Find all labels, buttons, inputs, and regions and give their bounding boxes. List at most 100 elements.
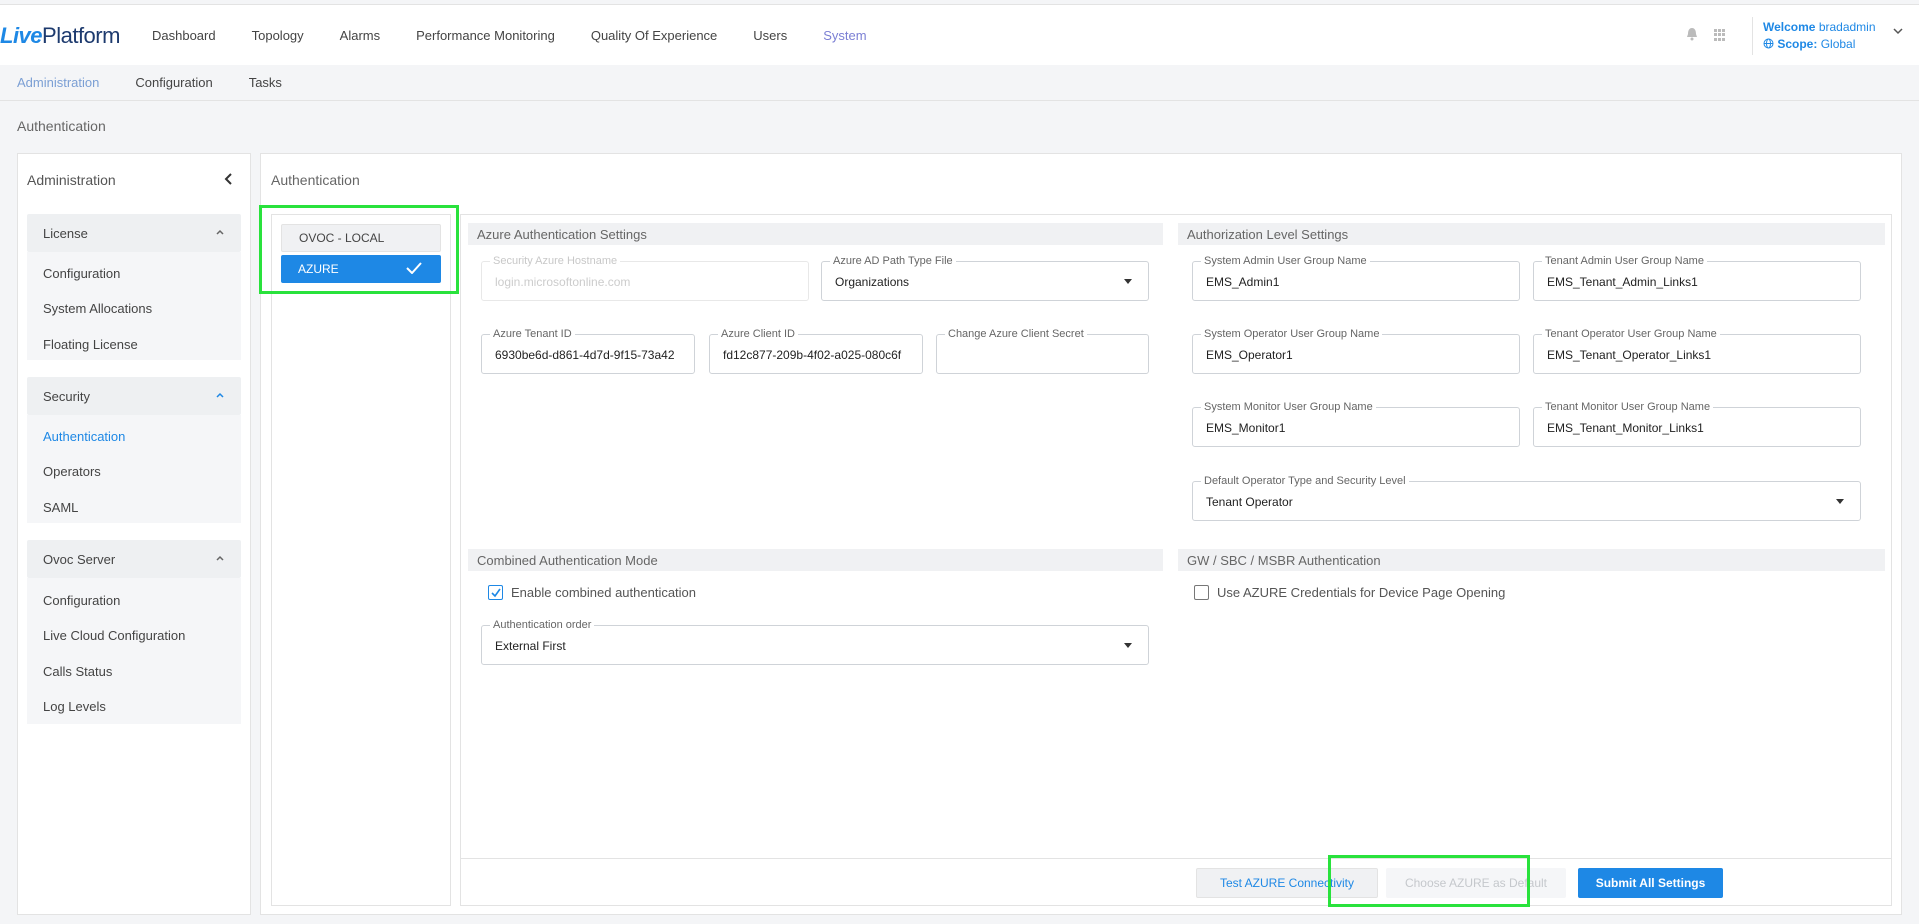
group-label: License [43,225,88,241]
sidebar-item-system-allocations[interactable]: System Allocations [43,301,152,316]
azure-path-type-select[interactable]: Azure AD Path Type File Organizations [821,255,1149,301]
chevron-up-icon [216,392,224,398]
sidebar-item-operators[interactable]: Operators [43,464,101,479]
sidebar-item-license-configuration[interactable]: Configuration [43,266,120,281]
top-navbar: LivePlatform Dashboard Topology Alarms P… [0,4,1919,65]
nav-users[interactable]: Users [753,28,787,43]
sidebar-item-saml[interactable]: SAML [43,500,78,515]
chevron-down-icon[interactable] [1893,27,1903,35]
logo-prefix: Live [0,23,43,48]
subnav-configuration[interactable]: Configuration [135,75,212,90]
scope-text[interactable]: Scope: Global [1763,37,1855,51]
logo[interactable]: LivePlatform [0,23,120,49]
sys-monitor-group-input[interactable]: System Monitor User Group Name EMS_Monit… [1192,401,1520,447]
choose-azure-default-button[interactable]: Choose AZURE as Default [1386,868,1566,898]
field-label: Azure Client ID [718,328,798,340]
checkmark-icon [406,262,422,274]
sidebar-item-log-levels[interactable]: Log Levels [43,699,106,714]
admin-sidebar: Administration License Configuration Sys… [17,153,251,915]
auth-order-select[interactable]: Authentication order External First [481,619,1149,665]
method-label: OVOC - LOCAL [299,231,385,245]
tenant-admin-group-input[interactable]: Tenant Admin User Group Name EMS_Tenant_… [1533,255,1861,301]
sidebar-group-license[interactable]: License [27,214,241,252]
sidebar-item-authentication[interactable]: Authentication [43,429,125,444]
section-combined-auth: Combined Authentication Mode [468,549,1163,571]
field-label: Authentication order [490,619,595,631]
default-operator-type-select[interactable]: Default Operator Type and Security Level… [1192,475,1861,521]
nav-topology[interactable]: Topology [252,28,304,43]
username: bradadmin [1818,20,1876,34]
use-azure-credentials-label: Use AZURE Credentials for Device Page Op… [1217,585,1506,600]
azure-client-id-input[interactable]: Azure Client ID fd12c877-209b-4f02-a025-… [709,328,923,374]
field-label: Change Azure Client Secret [945,328,1087,340]
field-value: EMS_Operator1 [1206,348,1293,362]
field-value: Tenant Operator [1206,495,1293,509]
nav-quality-of-experience[interactable]: Quality Of Experience [591,28,717,43]
test-azure-connectivity-button[interactable]: Test AZURE Connectivity [1196,868,1378,898]
subnav-administration[interactable]: Administration [17,75,99,90]
azure-tenant-id-input[interactable]: Azure Tenant ID 6930be6d-d861-4d7d-9f15-… [481,328,695,374]
globe-icon [1763,38,1774,49]
field-value: login.microsoftonline.com [495,275,631,289]
chevron-up-icon [216,229,224,235]
field-label: Default Operator Type and Security Level [1201,475,1409,487]
tenant-monitor-group-input[interactable]: Tenant Monitor User Group Name EMS_Tenan… [1533,401,1861,447]
field-value: EMS_Tenant_Operator_Links1 [1547,348,1712,362]
group-label: Ovoc Server [43,551,116,567]
group-label: Security [43,388,90,404]
azure-hostname-field: Security Azure Hostname login.microsofto… [481,255,809,301]
use-azure-credentials-checkbox[interactable] [1194,585,1209,600]
field-value: EMS_Tenant_Admin_Links1 [1547,275,1698,289]
field-value: EMS_Admin1 [1206,275,1280,289]
sidebar-item-ovoc-configuration[interactable]: Configuration [43,593,120,608]
scope-value: Global [1820,37,1856,51]
azure-client-secret-input[interactable]: Change Azure Client Secret [936,328,1149,374]
dropdown-caret-icon [1124,643,1132,648]
field-value: EMS_Tenant_Monitor_Links1 [1547,421,1704,435]
field-label: Security Azure Hostname [490,255,621,267]
section-azure-settings: Azure Authentication Settings [468,223,1163,245]
field-label: Tenant Monitor User Group Name [1542,401,1714,413]
submit-all-settings-button[interactable]: Submit All Settings [1578,868,1723,898]
section-authorization-settings: Authorization Level Settings [1178,223,1885,245]
field-label: System Operator User Group Name [1201,328,1383,340]
method-label: AZURE [298,262,339,276]
sidebar-group-ovoc-server-body: Configuration Live Cloud Configuration C… [27,578,241,724]
enable-combined-checkbox[interactable] [488,585,503,600]
sidebar-group-license-body: Configuration System Allocations Floatin… [27,252,241,360]
field-label: System Monitor User Group Name [1201,401,1376,413]
field-label: Tenant Operator User Group Name [1542,328,1720,340]
panel-title: Authentication [271,172,360,188]
nav-system[interactable]: System [823,28,866,43]
divider [1752,17,1753,55]
sidebar-item-live-cloud-configuration[interactable]: Live Cloud Configuration [43,628,185,643]
nav-alarms[interactable]: Alarms [340,28,380,43]
field-value: External First [495,639,566,653]
tenant-operator-group-input[interactable]: Tenant Operator User Group Name EMS_Tena… [1533,328,1861,374]
sidebar-item-floating-license[interactable]: Floating License [43,337,138,352]
subnav-tasks[interactable]: Tasks [249,75,282,90]
apps-grid-icon[interactable] [1714,29,1726,41]
sidebar-group-security[interactable]: Security [27,377,241,415]
field-value: fd12c877-209b-4f02-a025-080c6f [723,348,902,362]
field-value: Organizations [835,275,910,289]
logo-suffix: Platform [42,23,120,48]
dropdown-caret-icon [1836,499,1844,504]
field-value: EMS_Monitor1 [1206,421,1286,435]
sidebar-item-calls-status[interactable]: Calls Status [43,664,112,679]
sidebar-group-security-body: Authentication Operators SAML [27,415,241,523]
field-label: Azure AD Path Type File [830,255,956,267]
settings-content: Azure Authentication Settings Security A… [460,214,1892,906]
sys-operator-group-input[interactable]: System Operator User Group Name EMS_Oper… [1192,328,1520,374]
method-azure[interactable]: AZURE [281,255,441,283]
sidebar-group-ovoc-server[interactable]: Ovoc Server [27,540,241,578]
nav-performance-monitoring[interactable]: Performance Monitoring [416,28,555,43]
chevron-left-icon[interactable] [224,172,234,186]
field-value: 6930be6d-d861-4d7d-9f15-73a42 [495,348,675,362]
sys-admin-group-input[interactable]: System Admin User Group Name EMS_Admin1 [1192,255,1520,301]
sidebar-title: Administration [27,172,116,188]
method-ovoc-local[interactable]: OVOC - LOCAL [281,224,441,252]
bell-icon[interactable] [1686,27,1698,41]
enable-combined-label: Enable combined authentication [511,585,697,600]
nav-dashboard[interactable]: Dashboard [152,28,216,43]
